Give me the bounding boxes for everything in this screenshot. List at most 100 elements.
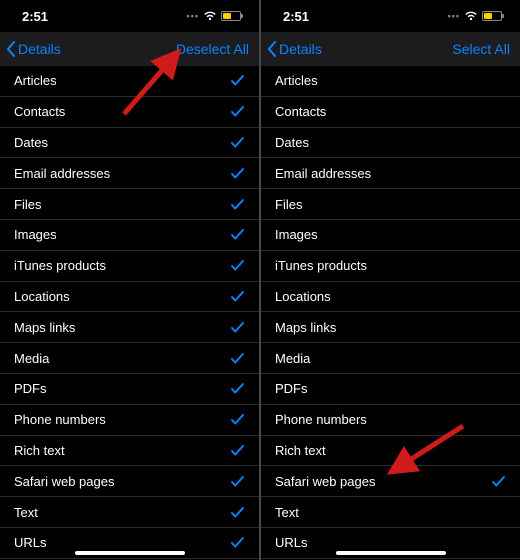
checkmark-icon bbox=[230, 474, 245, 489]
list-item[interactable]: Email addresses bbox=[0, 158, 259, 189]
back-label: Details bbox=[279, 41, 322, 57]
list-item[interactable]: PDFs bbox=[261, 374, 520, 405]
list-item[interactable]: Images bbox=[261, 220, 520, 251]
list-item[interactable]: Contacts bbox=[261, 97, 520, 128]
list-item[interactable]: iTunes products bbox=[0, 251, 259, 282]
list-item-label: Images bbox=[275, 227, 318, 242]
list-item[interactable]: Dates bbox=[261, 128, 520, 159]
list-item[interactable]: Rich text bbox=[0, 436, 259, 467]
home-indicator[interactable] bbox=[336, 551, 446, 555]
list-item[interactable]: Files bbox=[0, 189, 259, 220]
chevron-left-icon bbox=[6, 41, 16, 57]
list-item-label: Articles bbox=[14, 73, 57, 88]
list-item-label: Phone numbers bbox=[14, 412, 106, 427]
checkmark-icon bbox=[230, 258, 245, 273]
list-item[interactable]: Articles bbox=[0, 66, 259, 97]
status-right: ••• bbox=[448, 11, 502, 21]
content-type-list: Articles Contacts Dates Email addresses File… bbox=[0, 66, 259, 559]
wifi-icon bbox=[464, 11, 478, 21]
list-item[interactable]: Rich text bbox=[261, 436, 520, 467]
list-item-label: Locations bbox=[14, 289, 70, 304]
battery-icon bbox=[221, 11, 241, 21]
list-item-label: Contacts bbox=[14, 104, 65, 119]
list-item[interactable]: Dates bbox=[0, 128, 259, 159]
list-item-label: Locations bbox=[275, 289, 331, 304]
cellular-icon: ••• bbox=[187, 11, 199, 21]
list-item-label: Media bbox=[14, 351, 49, 366]
list-item[interactable]: Email addresses bbox=[261, 158, 520, 189]
list-item[interactable]: PDFs bbox=[0, 374, 259, 405]
chevron-left-icon bbox=[267, 41, 277, 57]
checkmark-icon bbox=[230, 351, 245, 366]
checkmark-icon bbox=[230, 227, 245, 242]
list-item-label: Maps links bbox=[14, 320, 75, 335]
list-item-label: Files bbox=[275, 197, 302, 212]
nav-bar: Details Select All bbox=[261, 32, 520, 66]
checkmark-icon bbox=[230, 535, 245, 550]
list-item-label: Email addresses bbox=[14, 166, 110, 181]
wifi-icon bbox=[203, 11, 217, 21]
list-item[interactable]: Text bbox=[0, 497, 259, 528]
list-item[interactable]: Maps links bbox=[261, 312, 520, 343]
checkmark-icon bbox=[230, 197, 245, 212]
list-item[interactable]: Phone numbers bbox=[261, 405, 520, 436]
phone-left: 2:51 ••• Details Deselect All Articles Co… bbox=[0, 0, 259, 560]
list-item[interactable]: Maps links bbox=[0, 312, 259, 343]
list-item-label: Rich text bbox=[275, 443, 326, 458]
status-time: 2:51 bbox=[283, 9, 309, 24]
list-item-label: Articles bbox=[275, 73, 318, 88]
list-item[interactable]: Contacts bbox=[0, 97, 259, 128]
phone-right: 2:51 ••• Details Select All Articles Cont… bbox=[261, 0, 520, 560]
list-item[interactable]: Text bbox=[261, 497, 520, 528]
status-bar: 2:51 ••• bbox=[261, 0, 520, 32]
list-item-label: Contacts bbox=[275, 104, 326, 119]
checkmark-icon bbox=[230, 135, 245, 150]
status-bar: 2:51 ••• bbox=[0, 0, 259, 32]
list-item[interactable]: iTunes products bbox=[261, 251, 520, 282]
list-item[interactable]: Locations bbox=[261, 282, 520, 313]
list-item[interactable]: Articles bbox=[261, 66, 520, 97]
list-item-label: iTunes products bbox=[275, 258, 367, 273]
list-item[interactable]: Media bbox=[261, 343, 520, 374]
list-item[interactable]: Safari web pages bbox=[261, 466, 520, 497]
checkmark-icon bbox=[230, 505, 245, 520]
list-item-label: URLs bbox=[14, 535, 47, 550]
back-button[interactable]: Details bbox=[267, 41, 322, 57]
list-item-label: Images bbox=[14, 227, 57, 242]
list-item-label: PDFs bbox=[14, 381, 47, 396]
list-item[interactable]: Phone numbers bbox=[0, 405, 259, 436]
list-item[interactable]: Locations bbox=[0, 282, 259, 313]
list-item-label: Rich text bbox=[14, 443, 65, 458]
cellular-icon: ••• bbox=[448, 11, 460, 21]
checkmark-icon bbox=[230, 73, 245, 88]
home-indicator[interactable] bbox=[75, 551, 185, 555]
list-item-label: Media bbox=[275, 351, 310, 366]
battery-icon bbox=[482, 11, 502, 21]
list-item-label: PDFs bbox=[275, 381, 308, 396]
list-item-label: Safari web pages bbox=[14, 474, 114, 489]
list-item-label: Dates bbox=[14, 135, 48, 150]
checkmark-icon bbox=[230, 381, 245, 396]
select-all-button[interactable]: Select All bbox=[452, 41, 510, 57]
list-item-label: Phone numbers bbox=[275, 412, 367, 427]
list-item[interactable]: Safari web pages bbox=[0, 466, 259, 497]
checkmark-icon bbox=[230, 412, 245, 427]
list-item[interactable]: Media bbox=[0, 343, 259, 374]
list-item[interactable]: Files bbox=[261, 189, 520, 220]
checkmark-icon bbox=[491, 474, 506, 489]
checkmark-icon bbox=[230, 289, 245, 304]
checkmark-icon bbox=[230, 320, 245, 335]
checkmark-icon bbox=[230, 443, 245, 458]
checkmark-icon bbox=[230, 166, 245, 181]
status-right: ••• bbox=[187, 11, 241, 21]
back-button[interactable]: Details bbox=[6, 41, 61, 57]
list-item-label: Text bbox=[275, 505, 299, 520]
list-item-label: Dates bbox=[275, 135, 309, 150]
checkmark-icon bbox=[230, 104, 245, 119]
list-item-label: Safari web pages bbox=[275, 474, 375, 489]
deselect-all-button[interactable]: Deselect All bbox=[176, 41, 249, 57]
list-item-label: iTunes products bbox=[14, 258, 106, 273]
list-item[interactable]: Images bbox=[0, 220, 259, 251]
list-item-label: Email addresses bbox=[275, 166, 371, 181]
status-time: 2:51 bbox=[22, 9, 48, 24]
